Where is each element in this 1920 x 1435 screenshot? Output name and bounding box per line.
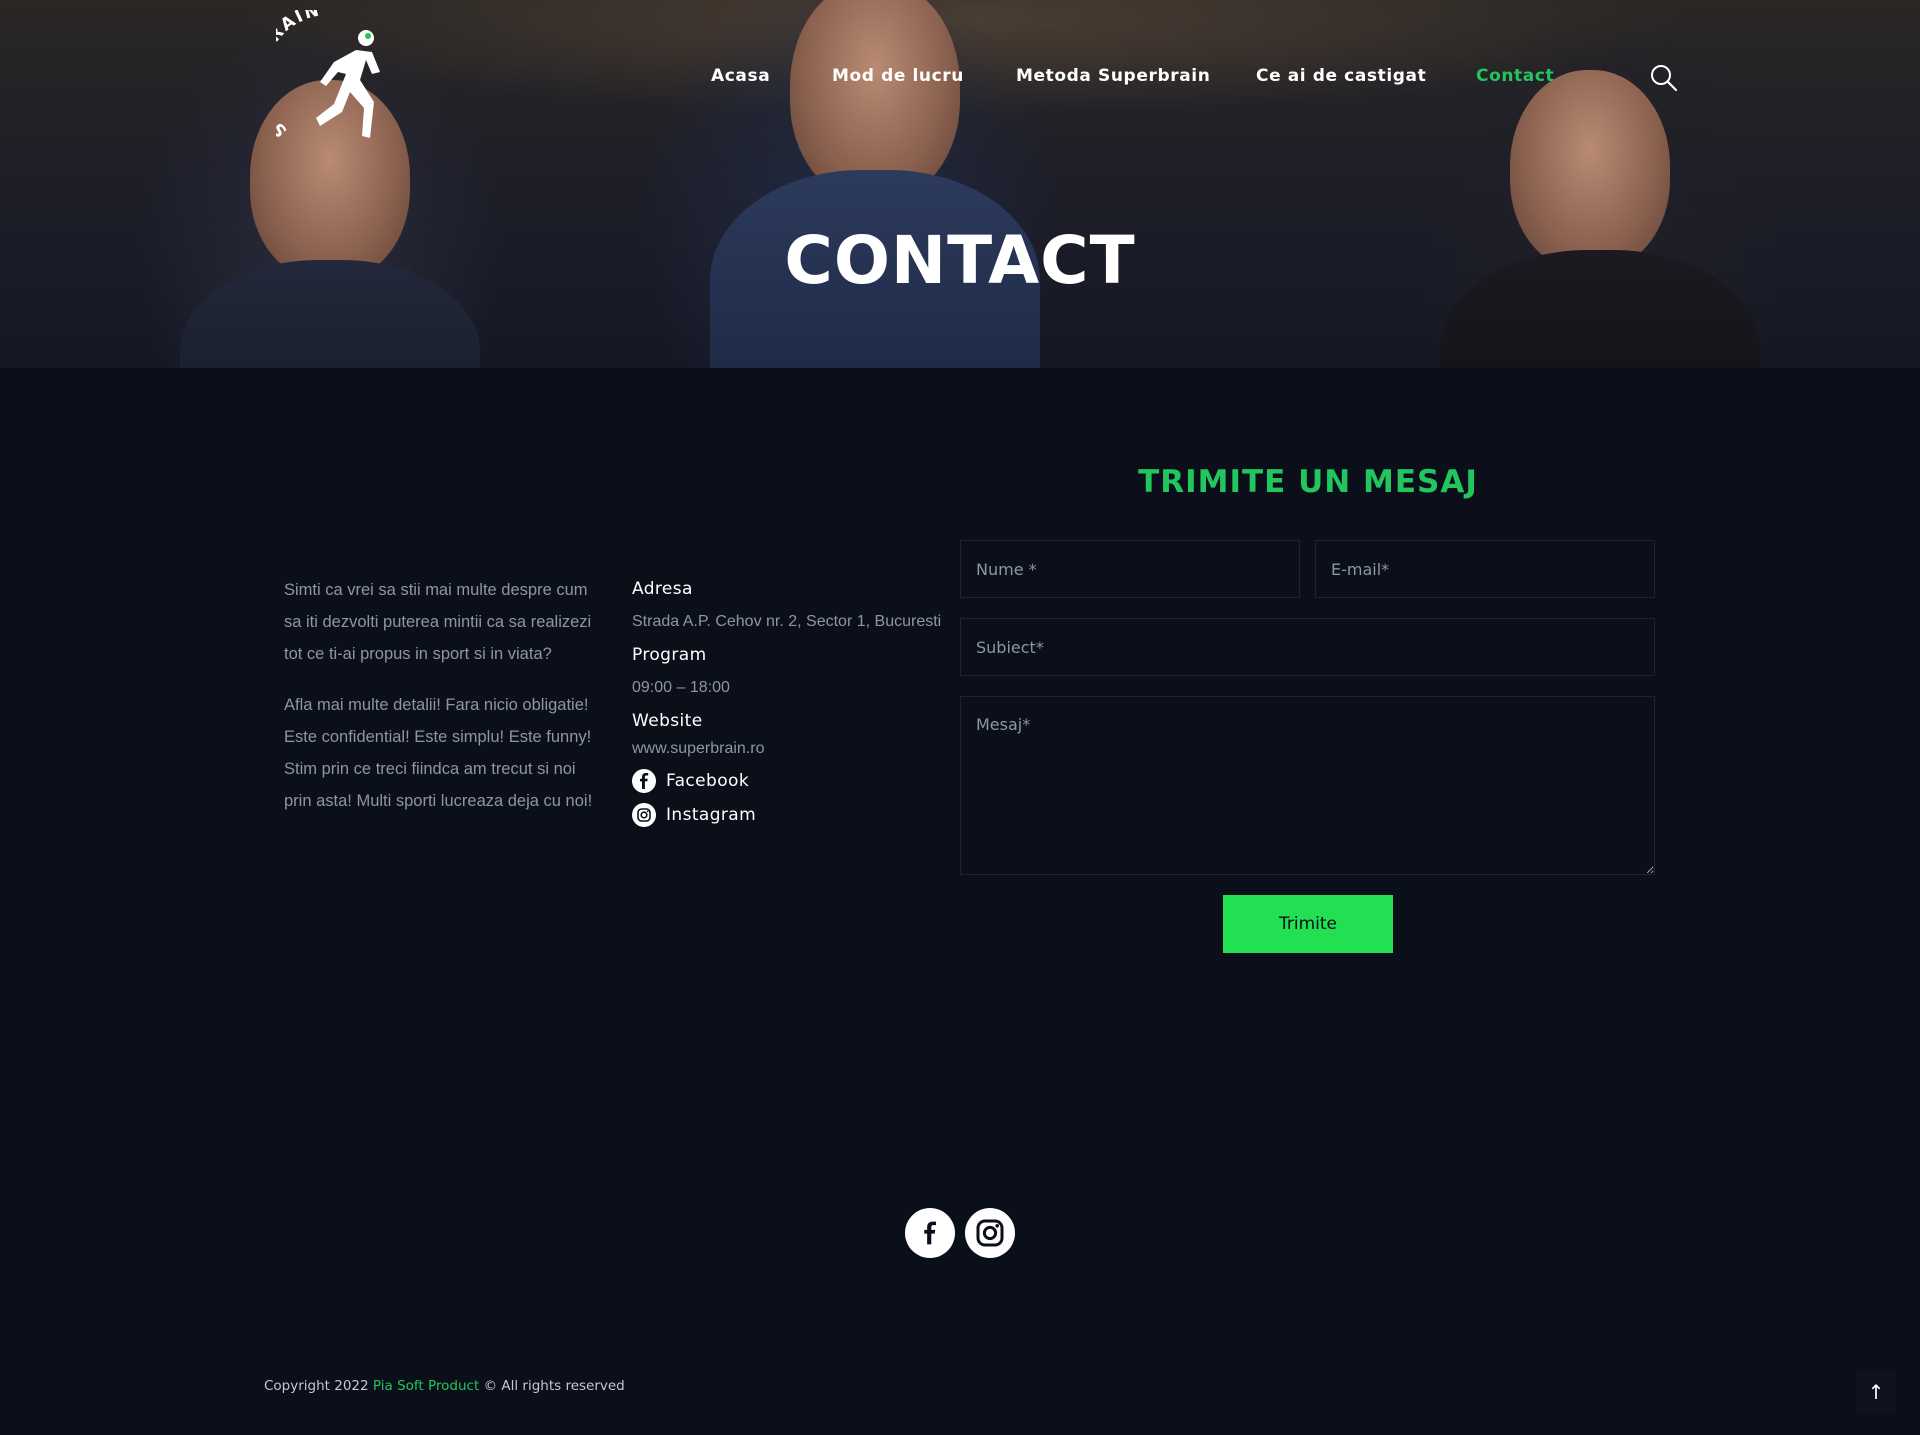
copyright-prefix: Copyright 2022 [264,1378,369,1394]
search-icon[interactable] [1650,64,1678,92]
footer-social [905,1208,1015,1258]
facebook-label: Facebook [666,771,750,791]
submit-button[interactable]: Trimite [1223,895,1393,953]
address-value: Strada A.P. Cehov nr. 2, Sector 1, Bucur… [632,613,942,630]
intro-paragraph-1: Simti ca vrei sa stii mai multe despre c… [284,581,592,663]
page-title: CONTACT [784,222,1136,299]
contact-info: Adresa Strada A.P. Cehov nr. 2, Sector 1… [632,576,952,832]
website-value[interactable]: www.superbrain.ro [632,734,952,764]
arrow-up-icon: ↑ [1867,1380,1885,1404]
nav-item-metoda-superbrain[interactable]: Metoda Superbrain [1016,66,1210,86]
copyright-suffix: © All rights reserved [483,1378,625,1394]
facebook-link[interactable]: Facebook [632,764,952,798]
back-to-top-button[interactable]: ↑ [1856,1370,1896,1414]
nav-item-contact[interactable]: Contact [1476,66,1554,86]
nav-item-acasa[interactable]: Acasa [711,66,770,86]
program-value: 09:00 – 18:00 [632,679,730,696]
nav-item-mod-de-lucru[interactable]: Mod de lucru [832,66,964,86]
main-nav: Acasa Mod de lucru Metoda Superbrain Ce … [0,66,1920,96]
message-field[interactable] [960,696,1655,875]
nav-item-ce-ai-de-castigat[interactable]: Ce ai de castigat [1256,66,1426,86]
address-label: Adresa [632,579,693,599]
copyright-link[interactable]: Pia Soft Product [373,1378,479,1394]
instagram-icon [632,803,656,827]
copyright: Copyright 2022 Pia Soft Product © All ri… [264,1378,625,1394]
form-title: TRIMITE UN MESAJ [1138,464,1478,500]
intro-paragraph-2: Afla mai multe detalii! Fara nicio oblig… [284,696,593,810]
footer-instagram-icon[interactable] [965,1208,1015,1258]
footer-facebook-icon[interactable] [905,1208,955,1258]
subject-field[interactable] [960,618,1655,676]
intro-text: Simti ca vrei sa stii mai multe despre c… [284,574,596,836]
program-label: Program [632,645,707,665]
instagram-label: Instagram [666,805,757,825]
facebook-icon [632,769,656,793]
email-field[interactable] [1315,540,1655,598]
instagram-link[interactable]: Instagram [632,798,952,832]
website-label: Website [632,711,703,731]
name-field[interactable] [960,540,1300,598]
